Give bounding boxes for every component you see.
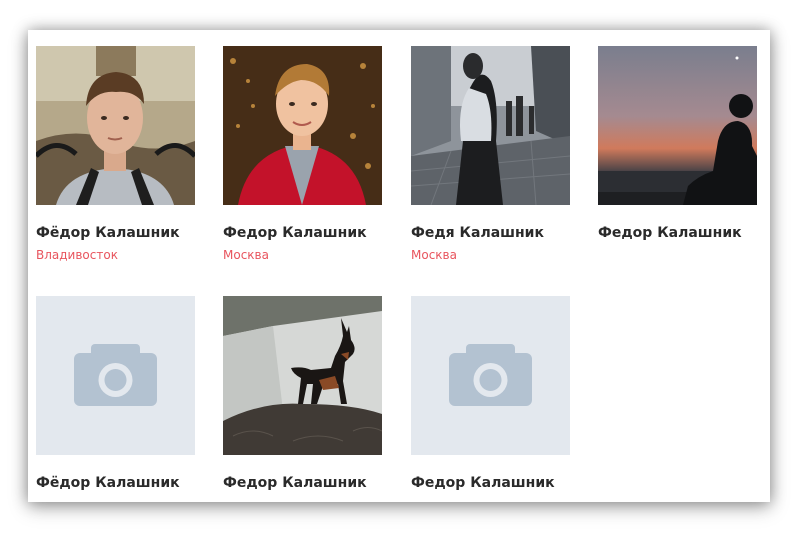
person-name[interactable]: Федя Калашник <box>411 225 571 242</box>
person-photo[interactable] <box>598 46 757 205</box>
person-city[interactable]: Москва <box>223 248 383 262</box>
person-name[interactable]: Федор Калашник <box>598 225 758 242</box>
person-city[interactable]: Владивосток <box>36 248 196 262</box>
person-city[interactable]: Москва <box>411 248 571 262</box>
person-name[interactable]: Федор Калашник <box>223 475 383 492</box>
person-photo[interactable] <box>36 46 195 205</box>
photo-placeholder[interactable] <box>36 296 195 455</box>
person-card[interactable]: Фёдор Калашник <box>36 296 196 492</box>
person-photo[interactable] <box>223 296 382 455</box>
person-card[interactable]: Фёдор Калашник Владивосток <box>36 46 196 262</box>
person-card[interactable]: Федор Калашник <box>223 296 383 492</box>
search-results-panel: Фёдор Калашник Владивосток Федор Калашни… <box>28 30 770 502</box>
person-name[interactable]: Федор Калашник <box>223 225 383 242</box>
person-card[interactable]: Федор Калашник <box>411 296 571 492</box>
person-name[interactable]: Фёдор Калашник <box>36 225 196 242</box>
camera-icon <box>411 296 570 455</box>
person-card[interactable]: Федя Калашник Москва <box>411 46 571 262</box>
person-photo[interactable] <box>411 46 570 205</box>
person-name[interactable]: Фёдор Калашник <box>36 475 196 492</box>
camera-icon <box>36 296 195 455</box>
photo-placeholder[interactable] <box>411 296 570 455</box>
person-card[interactable]: Федор Калашник <box>598 46 758 242</box>
person-card[interactable]: Федор Калашник Москва <box>223 46 383 262</box>
person-name[interactable]: Федор Калашник <box>411 475 571 492</box>
person-photo[interactable] <box>223 46 382 205</box>
